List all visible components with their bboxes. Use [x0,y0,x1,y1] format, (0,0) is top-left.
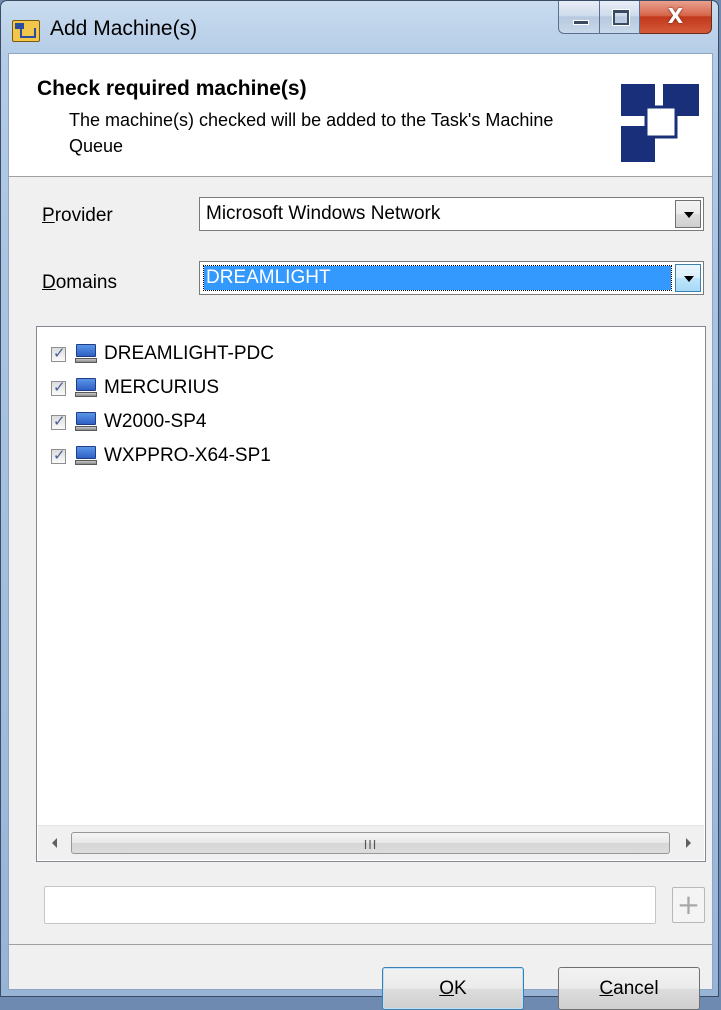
machine-name-input[interactable] [44,886,656,924]
machine-label: W2000-SP4 [104,411,207,432]
minimize-button[interactable] [558,1,600,34]
machine-checkbox[interactable] [51,378,66,396]
computer-icon [75,344,97,364]
machine-checkbox[interactable] [51,446,66,464]
machine-checkbox[interactable] [51,344,66,362]
ok-button[interactable]: OK [382,967,524,1010]
close-button[interactable]: X [640,1,712,34]
add-machine-button[interactable]: + [672,887,705,923]
header-title: Check required machine(s) [37,77,307,100]
machine-label: MERCURIUS [104,377,220,398]
dialog-header: Check required machine(s) The machine(s)… [9,54,712,177]
machine-list[interactable]: DREAMLIGHT-PDC MERCURIUS W2000-SP4 WXPPR… [36,326,706,862]
title-bar[interactable]: Add Machine(s) X [1,1,718,49]
machine-label: WXPPRO-X64-SP1 [104,445,271,466]
header-description: The machine(s) checked will be added to … [69,110,554,156]
machine-label: DREAMLIGHT-PDC [104,343,274,364]
provider-dropdown-arrow-icon[interactable] [675,200,701,228]
scroll-thumb[interactable]: III [71,832,670,854]
scroll-left-arrow-icon[interactable] [46,834,66,852]
computer-icon [75,446,97,466]
maximize-button[interactable] [600,1,640,34]
domains-dropdown-arrow-icon[interactable] [675,264,701,292]
domains-dropdown[interactable]: DREAMLIGHT [199,261,704,295]
provider-selected-value: Microsoft Windows Network [206,203,441,224]
machine-checkbox[interactable] [51,412,66,430]
footer-divider [9,944,712,945]
blue-squares-logo-icon [621,84,699,162]
app-icon [12,20,40,42]
list-item[interactable]: W2000-SP4 [51,407,206,437]
domains-selected-value: DREAMLIGHT [203,265,672,291]
computer-icon [75,378,97,398]
provider-label: Provider [42,205,113,226]
list-item[interactable]: WXPPRO-X64-SP1 [51,441,271,471]
close-icon: X [667,4,684,28]
scroll-grip-icon: III [363,838,378,852]
horizontal-scrollbar[interactable]: III [38,825,704,860]
list-item[interactable]: DREAMLIGHT-PDC [51,339,274,369]
window-title: Add Machine(s) [50,17,198,40]
window-controls: X [558,1,712,35]
provider-dropdown[interactable]: Microsoft Windows Network [199,197,704,231]
cancel-button[interactable]: Cancel [558,967,700,1010]
scroll-right-arrow-icon[interactable] [678,834,698,852]
domains-label: Domains [42,272,117,293]
dialog-client-area: Check required machine(s) The machine(s)… [8,53,713,1010]
list-item[interactable]: MERCURIUS [51,373,219,403]
computer-icon [75,412,97,432]
minimize-icon [573,20,589,25]
maximize-icon [612,9,630,26]
add-machines-window: Add Machine(s) X Check required machine(… [0,0,719,1010]
